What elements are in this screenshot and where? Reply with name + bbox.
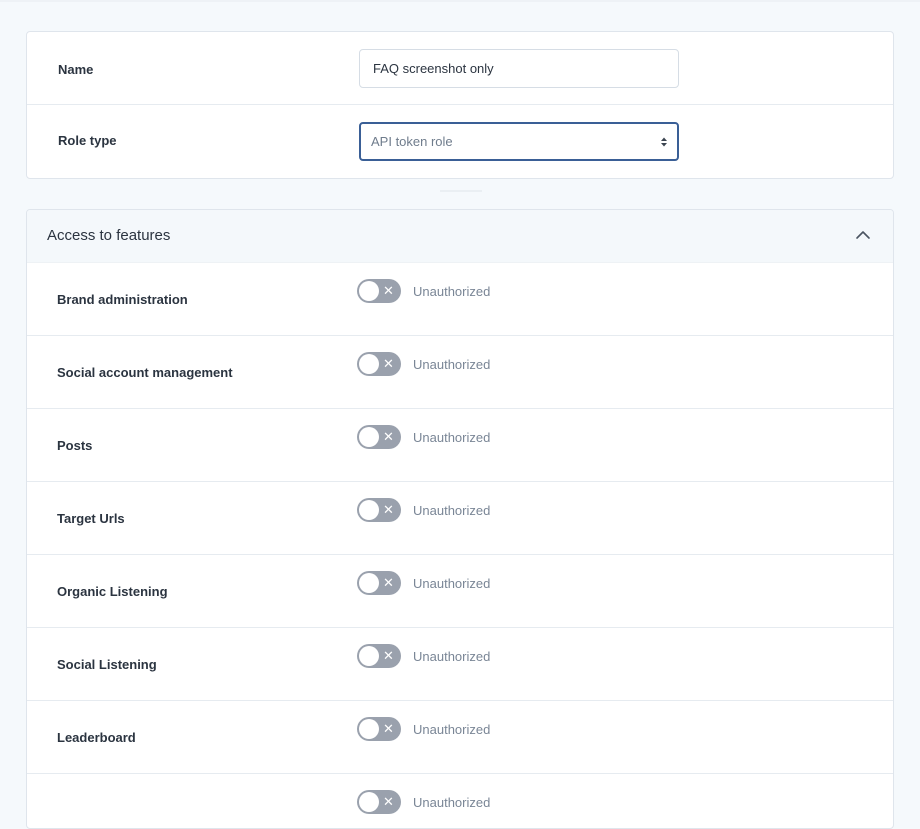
name-label: Name bbox=[58, 62, 94, 77]
x-icon: ✕ bbox=[383, 648, 394, 663]
feature-row: Posts ✕ Unauthorized bbox=[27, 409, 893, 482]
x-icon: ✕ bbox=[383, 575, 394, 590]
feature-toggle[interactable]: ✕ bbox=[357, 498, 401, 522]
toggle-knob bbox=[359, 792, 379, 812]
features-header[interactable]: Access to features bbox=[27, 210, 893, 263]
x-icon: ✕ bbox=[383, 502, 394, 517]
toggle-knob bbox=[359, 719, 379, 739]
feature-status: Unauthorized bbox=[413, 284, 491, 299]
feature-status: Unauthorized bbox=[413, 576, 491, 591]
feature-label: Social Listening bbox=[57, 657, 157, 672]
toggle-knob bbox=[359, 427, 379, 447]
feature-status: Unauthorized bbox=[413, 357, 491, 372]
feature-row: Social Listening ✕ Unauthorized bbox=[27, 628, 893, 701]
feature-row: Social account management ✕ Unauthorized bbox=[27, 336, 893, 409]
feature-toggle[interactable]: ✕ bbox=[357, 717, 401, 741]
feature-label: Organic Listening bbox=[57, 584, 168, 599]
name-row: Name bbox=[27, 32, 893, 105]
feature-toggle[interactable]: ✕ bbox=[357, 352, 401, 376]
feature-list: Brand administration ✕ Unauthorized Social … bbox=[27, 263, 893, 828]
feature-toggle[interactable]: ✕ bbox=[357, 790, 401, 814]
section-divider bbox=[440, 190, 482, 192]
feature-status: Unauthorized bbox=[413, 722, 491, 737]
toggle-knob bbox=[359, 281, 379, 301]
role-form-card: Name Role type API token role bbox=[26, 31, 894, 179]
feature-status: Unauthorized bbox=[413, 503, 491, 518]
feature-label: Social account management bbox=[57, 365, 233, 380]
feature-label: Brand administration bbox=[57, 292, 188, 307]
feature-label: Posts bbox=[57, 438, 93, 453]
feature-label: Leaderboard bbox=[57, 730, 136, 745]
role-type-label: Role type bbox=[58, 133, 117, 148]
access-features-card: Access to features Brand administration ✕… bbox=[26, 209, 894, 829]
feature-toggle[interactable]: ✕ bbox=[357, 571, 401, 595]
feature-row: Brand administration ✕ Unauthorized bbox=[27, 263, 893, 336]
feature-toggle[interactable]: ✕ bbox=[357, 644, 401, 668]
x-icon: ✕ bbox=[383, 356, 394, 371]
feature-status: Unauthorized bbox=[413, 795, 491, 810]
feature-status: Unauthorized bbox=[413, 430, 491, 445]
feature-status: Unauthorized bbox=[413, 649, 491, 664]
x-icon: ✕ bbox=[383, 429, 394, 444]
role-type-select[interactable]: API token role bbox=[359, 122, 679, 161]
x-icon: ✕ bbox=[383, 794, 394, 809]
toggle-knob bbox=[359, 354, 379, 374]
chevron-up-icon[interactable] bbox=[855, 229, 871, 241]
features-title: Access to features bbox=[47, 227, 171, 244]
name-input[interactable] bbox=[359, 49, 679, 88]
feature-row: Organic Listening ✕ Unauthorized bbox=[27, 555, 893, 628]
feature-toggle[interactable]: ✕ bbox=[357, 279, 401, 303]
x-icon: ✕ bbox=[383, 283, 394, 298]
toggle-knob bbox=[359, 646, 379, 666]
toggle-knob bbox=[359, 573, 379, 593]
top-strip bbox=[0, 0, 920, 2]
feature-row: ✕ Unauthorized bbox=[27, 774, 893, 828]
role-type-selected-value: API token role bbox=[371, 134, 453, 149]
feature-row: Leaderboard ✕ Unauthorized bbox=[27, 701, 893, 774]
feature-toggle[interactable]: ✕ bbox=[357, 425, 401, 449]
feature-label: Target Urls bbox=[57, 511, 125, 526]
toggle-knob bbox=[359, 500, 379, 520]
x-icon: ✕ bbox=[383, 721, 394, 736]
select-arrows-icon bbox=[661, 137, 667, 147]
feature-row: Target Urls ✕ Unauthorized bbox=[27, 482, 893, 555]
role-type-row: Role type API token role bbox=[27, 105, 893, 179]
